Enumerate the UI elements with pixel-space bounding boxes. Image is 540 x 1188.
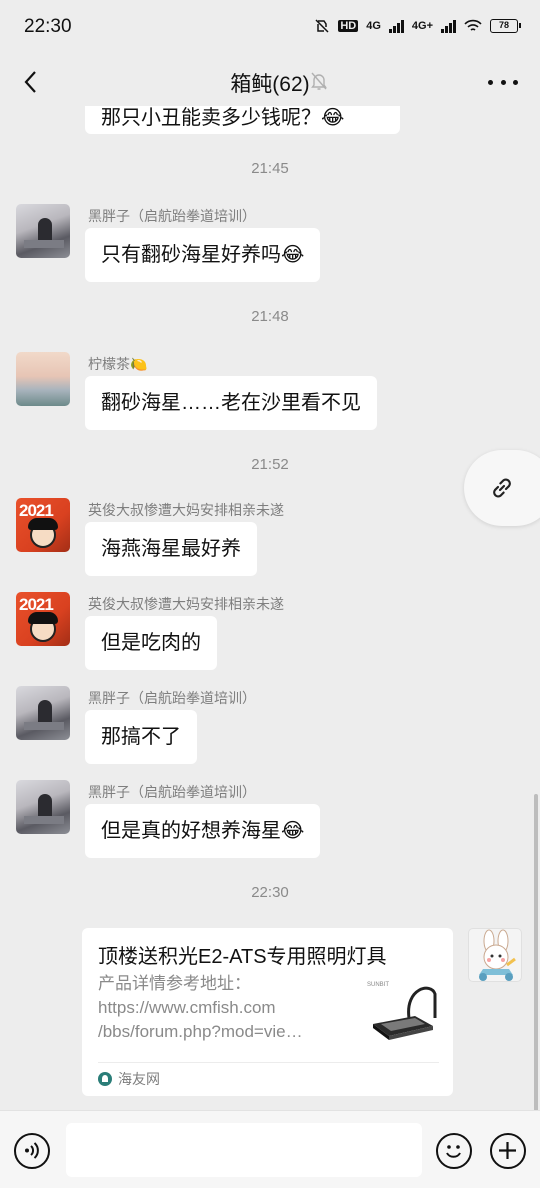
sender-name: 柠檬茶🍋: [88, 356, 148, 372]
outgoing-message: 顶楼送积光E2-ATS专用照明灯具 产品详情参考地址： https://www.…: [82, 928, 522, 1096]
timestamp: 22:30: [251, 884, 289, 901]
more-button[interactable]: [488, 70, 518, 94]
partial-message-text: 那只小丑能卖多少钱呢？😂: [101, 107, 345, 129]
floating-link-button[interactable]: [464, 450, 540, 526]
network-label-2: 4G+: [411, 20, 433, 32]
chat-title: 箱鲀(62): [230, 73, 310, 96]
chat-header: 箱鲀(62): [0, 58, 540, 106]
status-bar: 22:30 HD 4G 4G+ 78: [0, 0, 540, 58]
avatar[interactable]: [16, 686, 70, 740]
plus-button[interactable]: [490, 1133, 526, 1169]
sender-name: 黑胖子（启航跆拳道培训）: [88, 208, 256, 224]
sender-name: 英俊大叔惨遭大妈安排相亲未遂: [88, 596, 284, 612]
message-bubble[interactable]: 但是吃肉的: [85, 616, 217, 670]
status-icons: HD 4G 4G+ 78: [314, 18, 521, 34]
link-card-description: 产品详情参考地址： https://www.cmfish.com /bbs/fo…: [98, 972, 356, 1044]
avatar[interactable]: [16, 204, 70, 258]
wifi-icon: [464, 19, 482, 31]
emoji-button[interactable]: [436, 1133, 472, 1169]
voice-icon: [25, 1142, 39, 1159]
link-card-desc-line: 产品详情参考地址：: [98, 974, 251, 993]
status-time: 22:30: [24, 16, 72, 37]
rabbit-avatar-image: [479, 929, 516, 981]
partial-message-bubble[interactable]: 那只小丑能卖多少钱呢？😂: [85, 106, 400, 134]
link-card-source: 海友网: [98, 1069, 160, 1089]
message-bubble[interactable]: 那搞不了: [85, 710, 197, 764]
link-icon: [493, 478, 511, 498]
network-label-1: 4G: [366, 20, 381, 32]
avatar[interactable]: [16, 780, 70, 834]
bell-muted-icon: [311, 72, 327, 90]
signal-icon: [388, 19, 404, 33]
message-bubble[interactable]: 但是真的好想养海星😂: [85, 804, 321, 858]
input-bar: [0, 1110, 540, 1188]
link-card-desc-line: https://www.cmfish.com: [98, 998, 276, 1017]
link-card-thumbnail: SUNBIT: [365, 974, 439, 1048]
link-card[interactable]: 顶楼送积光E2-ATS专用照明灯具 产品详情参考地址： https://www.…: [82, 928, 453, 1096]
avatar-self[interactable]: [468, 928, 522, 982]
avatar[interactable]: 2021: [16, 592, 70, 646]
avatar[interactable]: 2021: [16, 498, 70, 552]
link-card-divider: [98, 1062, 439, 1063]
hd-badge: HD: [338, 20, 359, 32]
battery-icon: 78: [490, 19, 521, 33]
voice-button[interactable]: [14, 1133, 50, 1169]
thumb-brand-label: SUNBIT: [367, 982, 389, 988]
plus-icon: [499, 1142, 516, 1159]
link-card-title: 顶楼送积光E2-ATS专用照明灯具: [98, 946, 387, 968]
message-bubble[interactable]: 翻砂海星……老在沙里看不见: [85, 376, 377, 430]
signal-icon-2: [441, 19, 456, 33]
timestamp: 21:45: [251, 160, 289, 177]
timestamp: 21:52: [251, 456, 289, 473]
emoji-icon: [446, 1145, 461, 1158]
message-input[interactable]: [66, 1123, 422, 1177]
timestamp: 21:48: [251, 308, 289, 325]
link-card-source-name: 海友网: [118, 1071, 160, 1087]
scrollbar-thumb[interactable]: [534, 794, 538, 1110]
vibrate-off-icon: [315, 19, 329, 33]
sender-name: 黑胖子（启航跆拳道培训）: [88, 690, 256, 706]
link-card-desc-line: /bbs/forum.php?mod=vie…: [98, 1022, 303, 1041]
message-bubble[interactable]: 只有翻砂海星好养吗😂: [85, 228, 321, 282]
avatar[interactable]: [16, 352, 70, 406]
lamp-product-image: SUNBIT: [367, 982, 437, 1040]
site-logo-icon: [98, 1072, 112, 1086]
sender-name: 黑胖子（启航跆拳道培训）: [88, 784, 256, 800]
sender-name: 英俊大叔惨遭大妈安排相亲未遂: [88, 502, 284, 518]
message-list[interactable]: 那只小丑能卖多少钱呢？😂 21:45 黑胖子（启航跆拳道培训） 只有翻砂海星好养…: [0, 106, 540, 1110]
message-bubble[interactable]: 海燕海星最好养: [85, 522, 257, 576]
